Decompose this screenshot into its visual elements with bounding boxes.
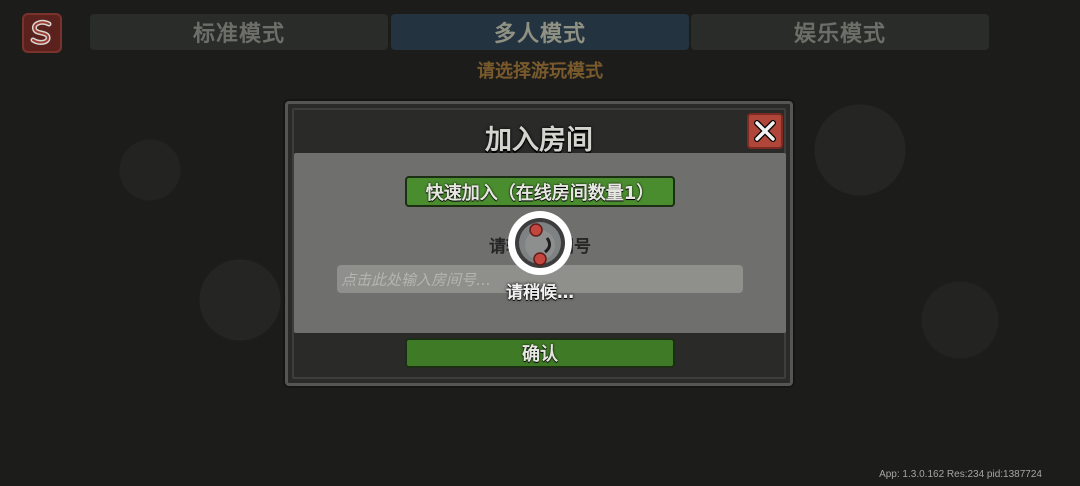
close-button[interactable] (747, 113, 783, 149)
top-bar: 标准模式 多人模式 娱乐模式 请选择游玩模式 (0, 0, 1080, 90)
s-logo-icon[interactable] (22, 13, 62, 53)
tab-standard-mode[interactable]: 标准模式 (90, 14, 388, 50)
version-info: App: 1.3.0.162 Res:234 pid:1387724 (879, 469, 1042, 480)
room-input-placeholder: 点击此处输入房间号… (341, 270, 492, 289)
loading-text: 请稍候… (506, 283, 574, 303)
close-icon (754, 120, 776, 142)
tab-entertainment-mode[interactable]: 娱乐模式 (691, 14, 989, 50)
confirm-button[interactable]: 确认 (405, 338, 675, 368)
loading-spinner-icon (515, 218, 565, 268)
tab-multiplayer-mode[interactable]: 多人模式 (391, 14, 689, 50)
mode-select-subtitle: 请选择游玩模式 (477, 61, 603, 82)
dialog-title: 加入房间 (485, 125, 593, 156)
loading-spinner (508, 211, 572, 275)
quick-join-button[interactable]: 快速加入（在线房间数量1） (405, 176, 675, 207)
